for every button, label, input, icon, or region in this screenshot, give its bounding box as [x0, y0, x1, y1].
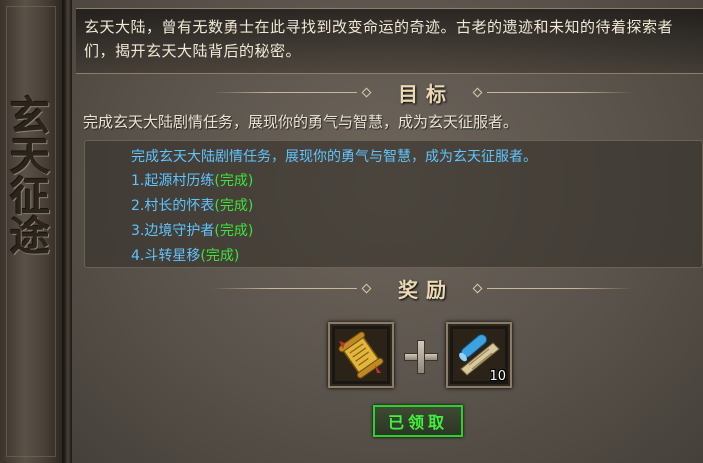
task-status: (完成) — [214, 198, 254, 214]
reward-header: 奖励 — [212, 276, 632, 302]
quest-panel: 玄天大陆，曾有无数勇士在此寻找到改变命运的奇迹。古老的遗迹和未知的待着探索者们，… — [72, 0, 703, 463]
diamond-ornament-icon — [361, 87, 372, 97]
goal-description: 完成玄天大陆剧情任务，展现你的勇气与智慧，成为玄天征服者。 — [83, 113, 519, 131]
task-list-box: 完成玄天大陆剧情任务，展现你的勇气与智慧，成为玄天征服者。 1.起源村历练(完成… — [84, 140, 703, 268]
task-status: (完成) — [214, 223, 254, 239]
task-item: 3.边境守护者(完成) — [131, 219, 702, 244]
reward-header-title: 奖励 — [398, 277, 454, 302]
goal-header-title: 目标 — [398, 81, 454, 106]
task-item: 2.村长的怀表(完成) — [131, 194, 702, 219]
intro-box: 玄天大陆，曾有无数勇士在此寻找到改变命运的奇迹。古老的遗迹和未知的待着探索者们，… — [76, 8, 703, 74]
task-label: 1.起源村历练 — [131, 173, 215, 189]
reward-item-slot[interactable] — [328, 322, 394, 388]
header-line-left — [212, 287, 357, 289]
task-list-head: 完成玄天大陆剧情任务，展现你的勇气与智慧，成为玄天征服者。 — [131, 149, 537, 165]
reward-item-slot[interactable]: 10 — [446, 322, 512, 388]
panel-divider — [64, 0, 72, 463]
task-label: 4.斗转星移 — [131, 248, 201, 264]
task-status: (完成) — [214, 173, 254, 189]
reward-item-count: 10 — [489, 369, 506, 384]
plus-icon — [394, 322, 446, 388]
diamond-ornament-icon — [472, 87, 483, 97]
header-line-left — [212, 91, 357, 93]
diamond-ornament-icon — [472, 283, 483, 293]
task-status: (完成) — [200, 248, 240, 264]
intro-text: 玄天大陆，曾有无数勇士在此寻找到改变命运的奇迹。古老的遗迹和未知的待着探索者们，… — [84, 18, 674, 60]
side-banner: 玄天征途 — [0, 0, 64, 463]
claimed-button[interactable]: 已领取 — [373, 405, 463, 437]
task-item: 4.斗转星移(完成) — [131, 244, 702, 269]
header-line-right — [487, 287, 632, 289]
task-label: 2.村长的怀表 — [131, 198, 215, 214]
golden-scroll-icon — [335, 329, 387, 381]
side-banner-title: 玄天征途 — [3, 95, 50, 255]
goal-header: 目标 — [212, 80, 632, 106]
task-label: 3.边境守护者 — [131, 223, 215, 239]
reward-items: 10 — [328, 322, 512, 388]
task-item: 1.起源村历练(完成) — [131, 169, 702, 194]
header-line-right — [487, 91, 632, 93]
diamond-ornament-icon — [361, 283, 372, 293]
